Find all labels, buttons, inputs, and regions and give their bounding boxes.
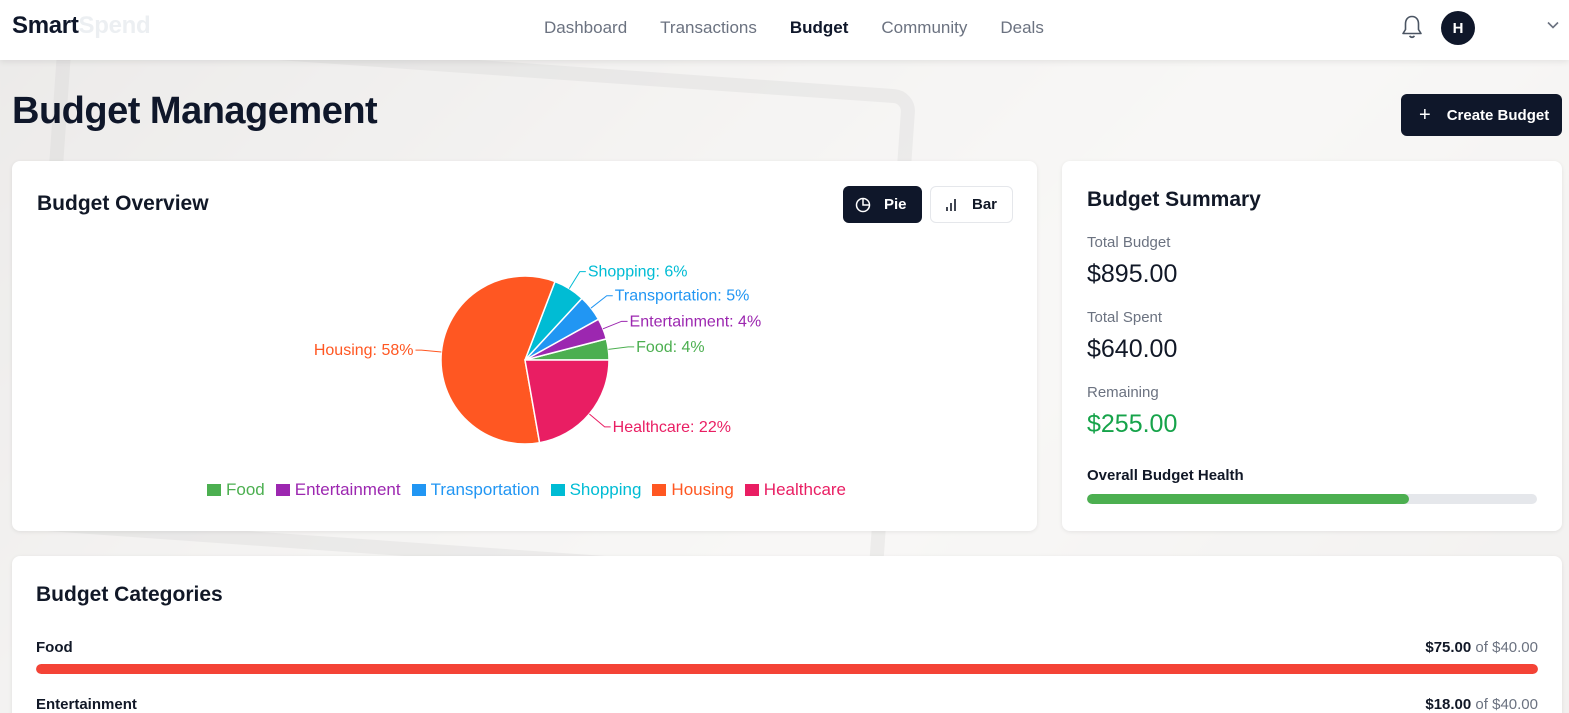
budget-categories-card: Budget Categories Food $75.00 of $40.00 … xyxy=(12,556,1562,713)
category-name-entertainment: Entertainment xyxy=(36,696,137,713)
budget-summary-card: Budget Summary Total Budget $895.00 Tota… xyxy=(1062,161,1562,531)
nav-link-deals[interactable]: Deals xyxy=(1000,18,1043,38)
category-name-food: Food xyxy=(36,639,73,656)
pie-label-food: Food: 4% xyxy=(636,339,704,356)
pie-label-housing: Housing: 58% xyxy=(314,342,414,359)
legend-swatch-food xyxy=(207,484,221,496)
total-spent-label: Total Spent xyxy=(1087,309,1163,326)
legend-item-shopping[interactable]: Shopping xyxy=(550,480,642,500)
category-of-entertainment: of xyxy=(1475,696,1488,713)
nav-link-transactions[interactable]: Transactions xyxy=(660,18,757,38)
category-spent-entertainment: $18.00 xyxy=(1425,696,1472,713)
category-budget-entertainment: $40.00 xyxy=(1492,696,1538,713)
legend-swatch-transportation xyxy=(411,484,426,496)
legend-label-housing: Housing xyxy=(671,480,734,499)
budget-health-label: Overall Budget Health xyxy=(1087,467,1244,484)
budget-health-fill xyxy=(1087,494,1409,504)
nav-links: Dashboard Transactions Budget Community … xyxy=(544,18,1077,38)
remaining-value: $255.00 xyxy=(1087,410,1178,438)
remaining-label: Remaining xyxy=(1087,384,1159,401)
pie-label-line-transportation xyxy=(590,295,613,309)
plus-icon: + xyxy=(1419,104,1431,126)
create-budget-label: Create Budget xyxy=(1446,106,1550,124)
pie-label-line-shopping xyxy=(568,271,586,289)
total-spent-value: $640.00 xyxy=(1087,335,1178,363)
pie-label-entertainment: Entertainment: 4% xyxy=(630,313,762,330)
page-title: Budget Management xyxy=(12,90,378,132)
legend-item-housing[interactable]: Housing xyxy=(652,480,734,500)
legend-swatch-healthcare xyxy=(744,484,759,496)
budget-categories-title: Budget Categories xyxy=(36,583,223,606)
pie-label-healthcare: Healthcare: 22% xyxy=(613,419,731,436)
budget-summary-title: Budget Summary xyxy=(1087,188,1261,211)
category-amount-entertainment: $18.00 of $40.00 xyxy=(1425,696,1538,713)
category-spent-food: $75.00 xyxy=(1425,639,1472,656)
category-progress-fill-food xyxy=(36,664,1538,674)
legend-label-entertainment: Entertainment xyxy=(294,480,401,499)
budget-pie-chart: Food: 4% Entertainment: 4% Transportation:… xyxy=(314,264,762,445)
nav-link-budget[interactable]: Budget xyxy=(790,18,849,38)
legend-item-transportation[interactable]: Transportation xyxy=(411,480,540,500)
pie-label-shopping: Shopping: 6% xyxy=(588,264,688,281)
pie-label-line-housing xyxy=(415,349,442,353)
bell-icon[interactable] xyxy=(1400,14,1424,40)
brand-part-spend: Spend xyxy=(78,12,151,39)
pie-slice-healthcare[interactable] xyxy=(524,359,610,444)
create-budget-button[interactable]: + Create Budget xyxy=(1401,94,1562,136)
pie-label-line-food xyxy=(608,346,635,350)
chevron-down-icon[interactable] xyxy=(1546,18,1560,32)
nav-link-community[interactable]: Community xyxy=(881,18,967,38)
category-of-food: of xyxy=(1475,639,1488,656)
legend-swatch-shopping xyxy=(550,484,565,496)
legend-item-food[interactable]: Food xyxy=(207,480,265,500)
legend-label-healthcare: Healthcare xyxy=(763,480,847,499)
budget-health-bar xyxy=(1087,494,1537,504)
legend-swatch-entertainment xyxy=(275,484,290,496)
nav-link-dashboard[interactable]: Dashboard xyxy=(544,18,627,38)
legend-item-healthcare[interactable]: Healthcare xyxy=(744,480,847,500)
pie-label-line-entertainment xyxy=(602,320,628,330)
budget-overview-card: Budget Overview Pie Bar Food: 4% Entertai… xyxy=(12,161,1037,531)
chart-legend: Food Entertainment Transportation Shopping H… xyxy=(207,480,857,500)
legend-label-shopping: Shopping xyxy=(569,480,642,499)
category-amount-food: $75.00 of $40.00 xyxy=(1425,639,1538,656)
top-navbar: SmartSpend Dashboard Transactions Budget… xyxy=(0,0,1569,60)
legend-label-food: Food xyxy=(226,480,265,499)
category-progress-food xyxy=(36,664,1538,674)
total-budget-value: $895.00 xyxy=(1087,260,1178,288)
legend-item-entertainment[interactable]: Entertainment xyxy=(275,480,401,500)
legend-swatch-housing xyxy=(652,484,667,496)
legend-label-transportation: Transportation xyxy=(430,480,540,499)
category-budget-food: $40.00 xyxy=(1492,639,1538,656)
total-budget-label: Total Budget xyxy=(1087,234,1171,251)
pie-label-transportation: Transportation: 5% xyxy=(615,288,750,305)
brand-logo[interactable]: SmartSpend xyxy=(12,12,151,40)
brand-part-smart: Smart xyxy=(12,12,79,39)
pie-label-line-healthcare xyxy=(589,413,611,428)
user-avatar[interactable]: H xyxy=(1441,11,1475,45)
